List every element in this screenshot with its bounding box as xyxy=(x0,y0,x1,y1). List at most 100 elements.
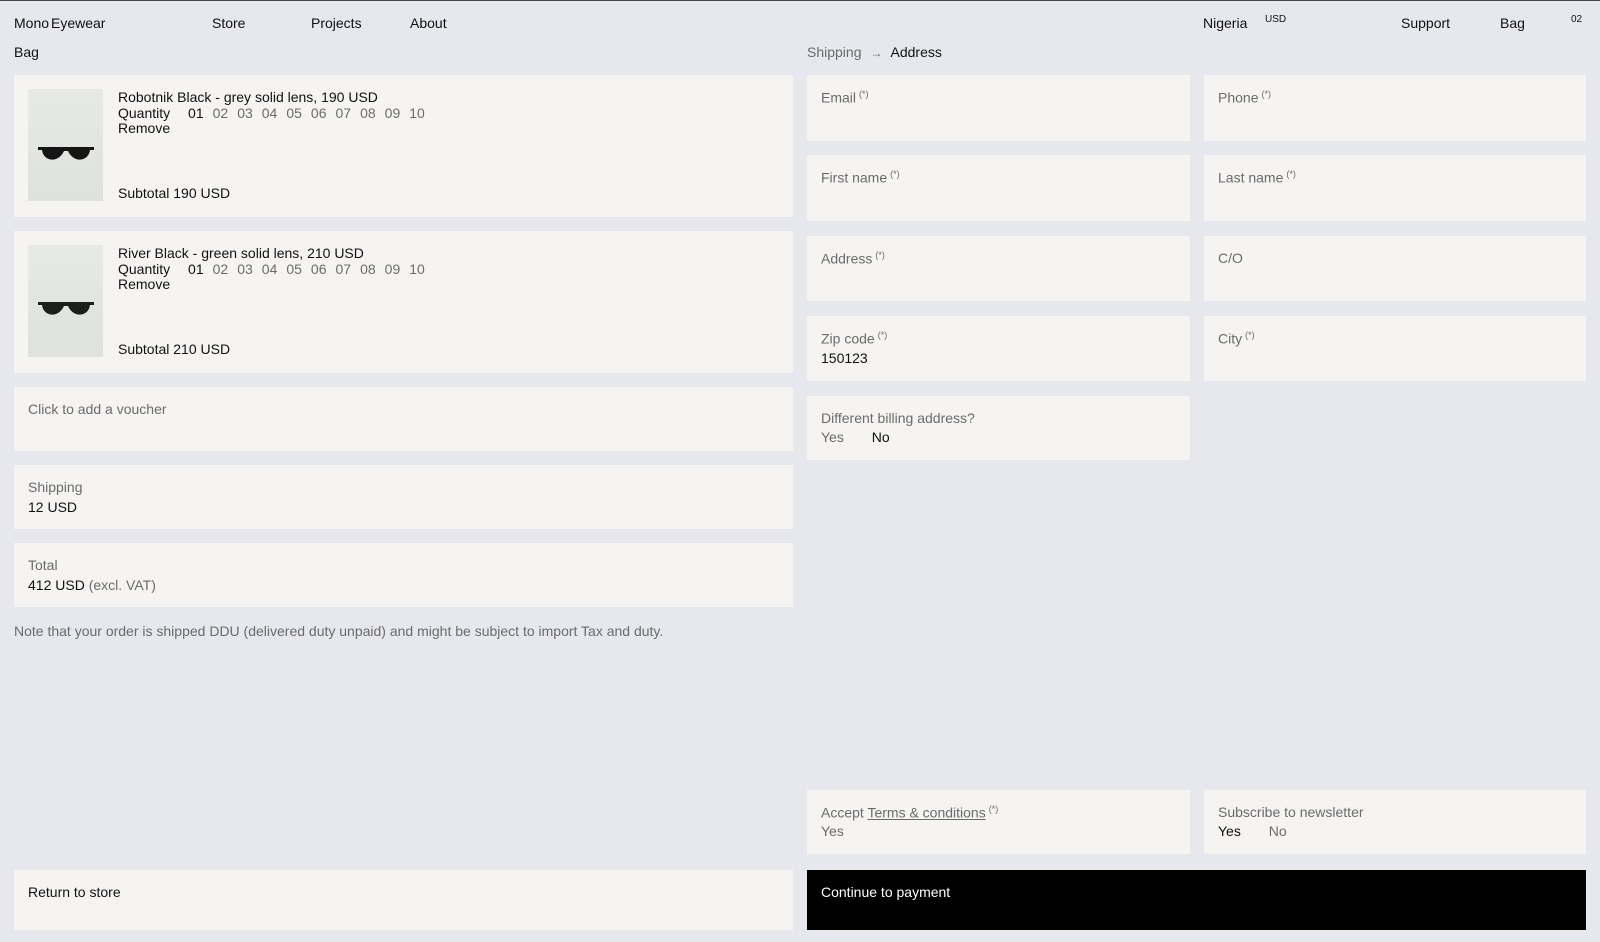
country-selector[interactable]: Nigeria xyxy=(1203,15,1247,31)
address-field[interactable]: Address (*) xyxy=(807,236,1190,301)
brand-logo-suffix[interactable]: Eyewear xyxy=(51,15,105,31)
remove-item-button[interactable]: Remove xyxy=(118,276,170,292)
product-name[interactable]: Robotnik Black - grey solid lens, 190 US… xyxy=(118,89,378,105)
brand-part1: Mono xyxy=(14,15,50,31)
city-field[interactable]: City (*) xyxy=(1204,316,1586,381)
return-to-store-button[interactable]: Return to store xyxy=(14,870,793,930)
quantity-option[interactable]: 09 xyxy=(385,261,401,277)
quantity-option[interactable]: 05 xyxy=(286,105,302,121)
required-mark: (*) xyxy=(1286,169,1296,179)
newsletter-label: Subscribe to newsletter xyxy=(1218,804,1364,820)
city-label-text: City xyxy=(1218,330,1243,347)
currency-selector[interactable]: USD xyxy=(1265,14,1286,25)
quantity-option[interactable]: 07 xyxy=(336,261,352,277)
quantity-option[interactable]: 09 xyxy=(385,105,401,121)
brand-part2: Eyewear xyxy=(51,15,106,31)
quantity-option[interactable]: 02 xyxy=(213,105,229,121)
quantity-selector: Quantity 01 02 03 04 05 06 07 08 09 10 xyxy=(118,261,425,277)
quantity-option[interactable]: 08 xyxy=(360,261,376,277)
zip-code-label: Zip code (*) xyxy=(821,330,887,347)
breadcrumb-address: Address xyxy=(890,44,942,60)
quantity-option[interactable]: 01 xyxy=(188,261,204,277)
quantity-option[interactable]: 06 xyxy=(311,105,327,121)
total-vat-note: (excl. VAT) xyxy=(88,577,156,593)
quantity-label: Quantity xyxy=(118,105,171,121)
newsletter-toggle: Subscribe to newsletter Yes No xyxy=(1204,790,1586,854)
zip-code-field[interactable]: Zip code (*) 150123 xyxy=(807,316,1190,381)
continue-to-payment-button[interactable]: Continue to payment xyxy=(807,870,1586,930)
total-value-row: 412 USD (excl. VAT) xyxy=(28,577,156,593)
product-thumbnail[interactable] xyxy=(28,245,103,357)
quantity-option[interactable]: 08 xyxy=(360,105,376,121)
quantity-options: 01 02 03 04 05 06 07 08 09 10 xyxy=(188,261,425,277)
accept-terms-toggle: Accept Terms & conditions (*) Yes xyxy=(807,790,1190,854)
phone-field[interactable]: Phone (*) xyxy=(1204,75,1586,141)
brand-logo[interactable]: Mono xyxy=(14,15,49,31)
shipping-label: Shipping xyxy=(28,479,83,495)
accept-terms-label: Accept Terms & conditions (*) xyxy=(821,804,998,821)
nav-store-link[interactable]: Store xyxy=(212,15,245,31)
billing-options: Yes No xyxy=(821,429,914,445)
product-name[interactable]: River Black - green solid lens, 210 USD xyxy=(118,245,364,261)
shipping-value: 12 USD xyxy=(28,499,78,515)
zip-code-value: 150123 xyxy=(821,350,868,366)
co-field[interactable]: C/O xyxy=(1204,236,1586,301)
breadcrumb: Shipping → Address xyxy=(807,44,942,60)
quantity-selector: Quantity 01 02 03 04 05 06 07 08 09 10 xyxy=(118,105,425,121)
sunglasses-icon xyxy=(38,147,94,160)
accept-prefix: Accept xyxy=(821,804,864,821)
newsletter-no-option[interactable]: No xyxy=(1269,823,1287,839)
nav-about-link[interactable]: About xyxy=(410,15,447,31)
required-mark: (*) xyxy=(890,169,900,179)
quantity-option[interactable]: 10 xyxy=(409,105,425,121)
total-label: Total xyxy=(28,557,58,573)
quantity-option[interactable]: 04 xyxy=(262,261,278,277)
shipping-summary: Shipping 12 USD xyxy=(14,465,793,529)
quantity-option[interactable]: 03 xyxy=(237,261,253,277)
email-label: Email (*) xyxy=(821,89,869,106)
voucher-button[interactable]: Click to add a voucher xyxy=(14,387,793,451)
breadcrumb-shipping[interactable]: Shipping xyxy=(807,44,862,60)
return-label: Return to store xyxy=(28,884,121,900)
continue-label: Continue to payment xyxy=(821,884,951,900)
bag-count-badge: 02 xyxy=(1571,14,1583,25)
email-field[interactable]: Email (*) xyxy=(807,75,1190,141)
first-name-field[interactable]: First name (*) xyxy=(807,155,1190,221)
product-thumbnail[interactable] xyxy=(28,89,103,201)
quantity-option[interactable]: 02 xyxy=(213,261,229,277)
accept-options: Yes xyxy=(821,823,868,839)
quantity-option[interactable]: 04 xyxy=(262,105,278,121)
required-mark: (*) xyxy=(988,804,999,814)
first-name-label-text: First name xyxy=(821,169,888,186)
quantity-option[interactable]: 03 xyxy=(237,105,253,121)
quantity-option[interactable]: 06 xyxy=(311,261,327,277)
nav-support-link[interactable]: Support xyxy=(1401,15,1450,31)
quantity-option[interactable]: 01 xyxy=(188,105,204,121)
quantity-options: 01 02 03 04 05 06 07 08 09 10 xyxy=(188,105,425,121)
terms-link[interactable]: Terms & conditions xyxy=(867,805,985,821)
quantity-option[interactable]: 05 xyxy=(286,261,302,277)
billing-yes-option[interactable]: Yes xyxy=(821,429,844,445)
phone-label: Phone (*) xyxy=(1218,89,1271,106)
required-mark: (*) xyxy=(875,250,885,260)
billing-address-toggle: Different billing address? Yes No xyxy=(807,396,1190,460)
item-subtotal: Subtotal 190 USD xyxy=(118,185,231,201)
item-subtotal: Subtotal 210 USD xyxy=(118,341,231,357)
newsletter-yes-option[interactable]: Yes xyxy=(1218,823,1241,839)
total-value: 412 USD xyxy=(28,577,85,593)
remove-item-button[interactable]: Remove xyxy=(118,120,170,136)
last-name-field[interactable]: Last name (*) xyxy=(1204,155,1586,221)
nav-projects-link[interactable]: Projects xyxy=(311,15,362,31)
bag-heading: Bag xyxy=(14,44,39,60)
ddu-note: Note that your order is shipped DDU (del… xyxy=(14,623,664,639)
billing-no-option[interactable]: No xyxy=(872,429,890,445)
quantity-option[interactable]: 07 xyxy=(336,105,352,121)
quantity-option[interactable]: 10 xyxy=(409,261,425,277)
required-mark: (*) xyxy=(1245,330,1255,340)
nav-bag-link[interactable]: Bag xyxy=(1500,15,1525,31)
accept-yes-option[interactable]: Yes xyxy=(821,823,844,839)
quantity-label: Quantity xyxy=(118,261,171,277)
newsletter-options: Yes No xyxy=(1218,823,1311,839)
sunglasses-icon xyxy=(38,302,94,315)
co-label: C/O xyxy=(1218,250,1243,266)
